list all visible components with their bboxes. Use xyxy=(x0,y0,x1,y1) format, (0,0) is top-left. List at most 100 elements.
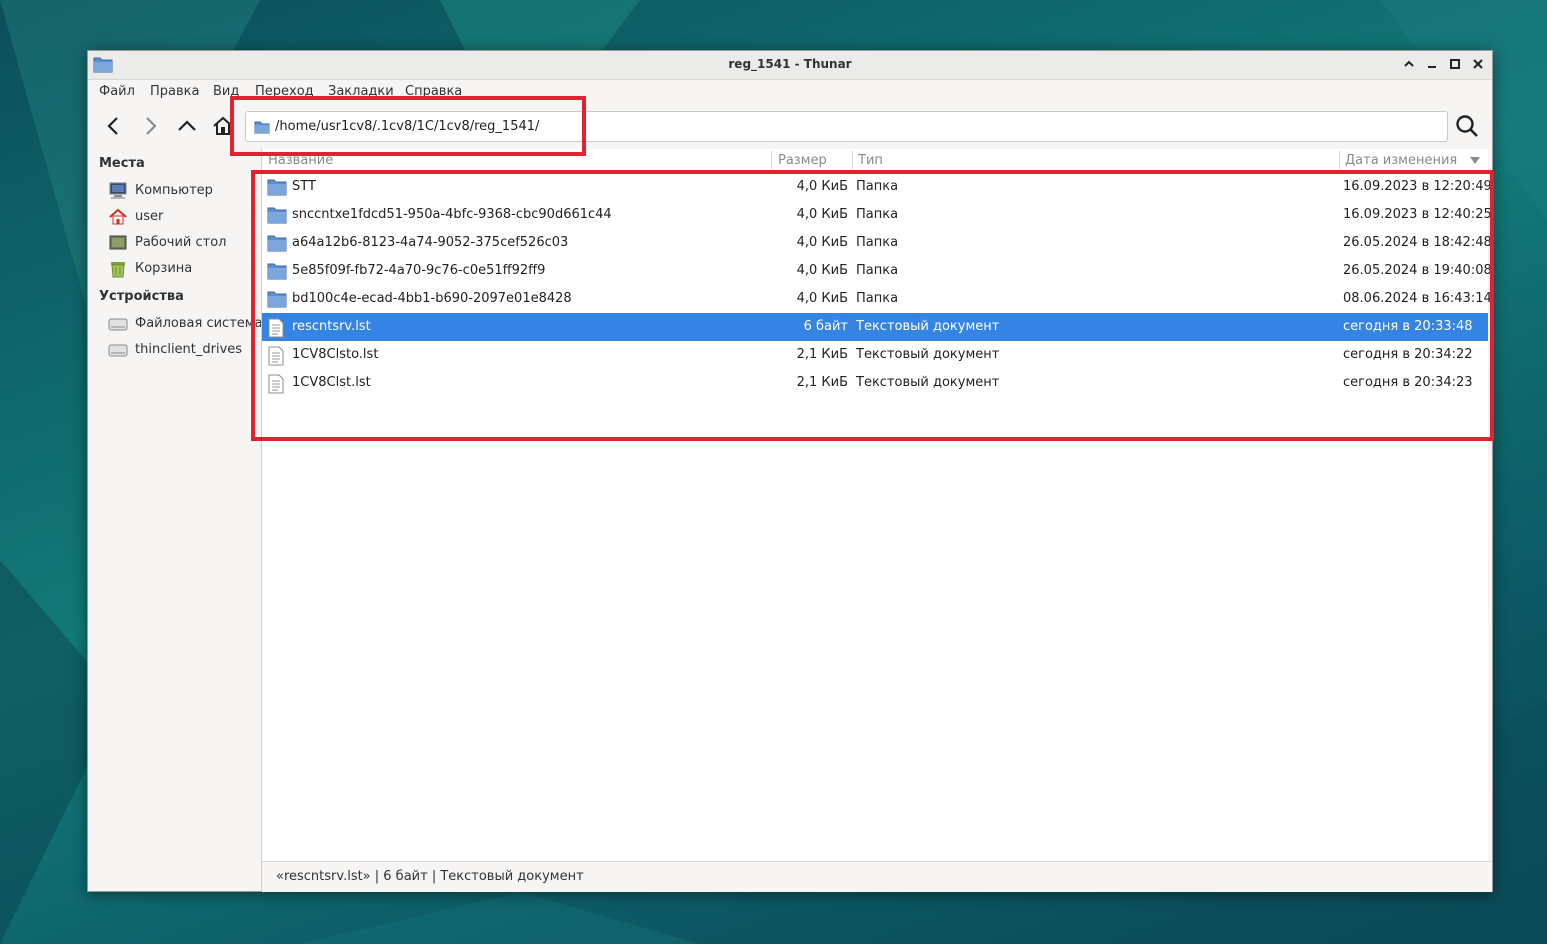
close-icon[interactable] xyxy=(1470,56,1486,72)
file-name: rescntsrv.lst xyxy=(292,319,371,334)
back-icon xyxy=(107,117,118,135)
menubar: Файл Правка Вид Переход Закладки Справка xyxy=(88,81,1492,105)
file-name: 5e85f09f-fb72-4a70-9c76-c0e51ff92ff9 xyxy=(292,263,546,278)
location-path: /home/usr1cv8/.1cv8/1C/1cv8/reg_1541/ xyxy=(275,119,540,134)
home-button[interactable] xyxy=(208,111,238,141)
menu-file[interactable]: Файл xyxy=(99,84,135,99)
minimize-icon[interactable] xyxy=(1424,56,1440,72)
file-type: Папка xyxy=(856,179,899,194)
sidebar-item-trash[interactable]: Корзина xyxy=(108,258,261,280)
menu-edit[interactable]: Правка xyxy=(150,84,199,99)
file-name: STT xyxy=(292,179,316,194)
file-row[interactable]: 5e85f09f-fb72-4a70-9c76-c0e51ff92ff9 4,0 … xyxy=(262,257,1492,285)
titlebar[interactable]: reg_1541 - Thunar xyxy=(88,51,1492,80)
up-button[interactable] xyxy=(172,111,202,141)
file-size: 4,0 КиБ xyxy=(796,291,848,306)
sidebar-item-user[interactable]: user xyxy=(108,206,261,228)
forward-icon xyxy=(146,117,157,135)
sidebar-item-label: Файловая система xyxy=(135,316,261,331)
file-size: 4,0 КиБ xyxy=(796,263,848,278)
devices-heading: Устройства xyxy=(99,289,184,304)
column-header-label: Дата изменения xyxy=(1345,153,1458,168)
file-size: 6 байт xyxy=(803,319,848,334)
status-text: «rescntsrv.lst» | 6 байт | Текстовый док… xyxy=(276,869,584,884)
places-heading: Места xyxy=(99,156,145,171)
sidebar-item-label: Компьютер xyxy=(135,183,213,198)
file-date: 26.05.2024 в 19:40:08 xyxy=(1343,263,1492,278)
file-row[interactable]: a64a12b6-8123-4a74-9052-375cef526c03 4,0 … xyxy=(262,229,1492,257)
search-icon xyxy=(1456,115,1478,137)
file-row[interactable]: snccntxe1fdcd51-950a-4bfc-9368-cbc90d661… xyxy=(262,201,1492,229)
minimize-up-icon[interactable] xyxy=(1401,56,1417,72)
column-header-type[interactable]: Тип xyxy=(852,149,1338,171)
computer-icon xyxy=(109,182,127,199)
file-date: сегодня в 20:34:23 xyxy=(1343,375,1473,390)
desktop-icon xyxy=(109,235,127,250)
sidebar-item-label: Рабочий стол xyxy=(135,235,227,250)
file-type: Папка xyxy=(856,291,899,306)
text-file-icon xyxy=(267,346,285,370)
menu-bookmarks[interactable]: Закладки xyxy=(328,84,394,99)
search-button[interactable] xyxy=(1451,111,1483,141)
sidebar-item-label: Корзина xyxy=(135,261,193,276)
drive-icon xyxy=(108,344,128,357)
file-date: 16.09.2023 в 12:20:49 xyxy=(1343,179,1492,194)
text-file-icon xyxy=(267,374,285,398)
file-type: Папка xyxy=(856,235,899,250)
file-type: Папка xyxy=(856,207,899,222)
statusbar: «rescntsrv.lst» | 6 байт | Текстовый док… xyxy=(262,861,1492,892)
folder-icon xyxy=(267,262,287,284)
menu-go[interactable]: Переход xyxy=(255,84,314,99)
file-row[interactable]: rescntsrv.lst 6 байт Текстовый документ сег… xyxy=(262,313,1488,341)
sidebar-item-label: thinclient_drives xyxy=(135,342,243,357)
file-date: 26.05.2024 в 18:42:48 xyxy=(1343,235,1492,250)
file-date: сегодня в 20:34:22 xyxy=(1343,347,1473,362)
forward-button[interactable] xyxy=(135,111,165,141)
sort-descending-icon xyxy=(1470,157,1480,164)
column-header-date[interactable]: Дата изменения xyxy=(1339,149,1489,171)
sidebar-item-thinclient-drives[interactable]: thinclient_drives xyxy=(108,339,261,361)
sidebar-item-filesystem[interactable]: Файловая система xyxy=(108,313,261,335)
file-date: 16.09.2023 в 12:40:25 xyxy=(1343,207,1492,222)
file-name: 1CV8Clst.lst xyxy=(292,375,371,390)
sidebar-item-label: user xyxy=(135,209,164,224)
folder-icon xyxy=(267,206,287,228)
file-size: 2,1 КиБ xyxy=(796,375,848,390)
file-size: 4,0 КиБ xyxy=(796,207,848,222)
maximize-icon[interactable] xyxy=(1447,56,1463,72)
folder-icon xyxy=(267,234,287,256)
sidebar-item-desktop[interactable]: Рабочий стол xyxy=(108,232,261,254)
menu-help[interactable]: Справка xyxy=(405,84,462,99)
menu-view[interactable]: Вид xyxy=(213,84,239,99)
folder-icon xyxy=(267,178,287,200)
file-size: 4,0 КиБ xyxy=(796,179,848,194)
location-bar[interactable]: /home/usr1cv8/.1cv8/1C/1cv8/reg_1541/ xyxy=(245,111,1448,142)
file-type: Папка xyxy=(856,263,899,278)
home-icon xyxy=(109,208,127,225)
drive-icon xyxy=(108,318,128,331)
file-type: Текстовый документ xyxy=(856,319,1000,334)
folder-icon xyxy=(254,121,270,134)
file-date: 08.06.2024 в 16:43:14 xyxy=(1343,291,1492,306)
column-header-label: Тип xyxy=(858,153,883,168)
file-row[interactable]: bd100c4e-ecad-4bb1-b690-2097e01e8428 4,0 … xyxy=(262,285,1492,313)
column-header-size[interactable]: Размер xyxy=(772,149,852,171)
file-list: Название Размер Тип Дата изменения STT 4,… xyxy=(262,149,1492,861)
file-name: bd100c4e-ecad-4bb1-b690-2097e01e8428 xyxy=(292,291,572,306)
file-name: snccntxe1fdcd51-950a-4bfc-9368-cbc90d661… xyxy=(292,207,612,222)
file-name: 1CV8Clsto.lst xyxy=(292,347,379,362)
sidebar: Места Компьютер user Рабочий стол Корзин… xyxy=(88,149,261,891)
file-manager-window: reg_1541 - Thunar Файл Правка Вид Перехо… xyxy=(87,50,1493,892)
file-type: Текстовый документ xyxy=(856,375,1000,390)
sidebar-item-computer[interactable]: Компьютер xyxy=(108,180,261,202)
back-button[interactable] xyxy=(99,111,129,141)
column-header-label: Название xyxy=(268,153,334,168)
text-file-icon xyxy=(267,318,285,342)
file-row[interactable]: STT 4,0 КиБ Папка 16.09.2023 в 12:20:49 xyxy=(262,173,1492,201)
file-row[interactable]: 1CV8Clsto.lst 2,1 КиБ Текстовый документ се… xyxy=(262,341,1488,369)
file-date: сегодня в 20:33:48 xyxy=(1343,319,1473,334)
column-header-label: Размер xyxy=(778,153,827,168)
file-row[interactable]: 1CV8Clst.lst 2,1 КиБ Текстовый документ сег… xyxy=(262,369,1488,397)
file-size: 2,1 КиБ xyxy=(796,347,848,362)
column-header-name[interactable]: Название xyxy=(262,149,772,171)
